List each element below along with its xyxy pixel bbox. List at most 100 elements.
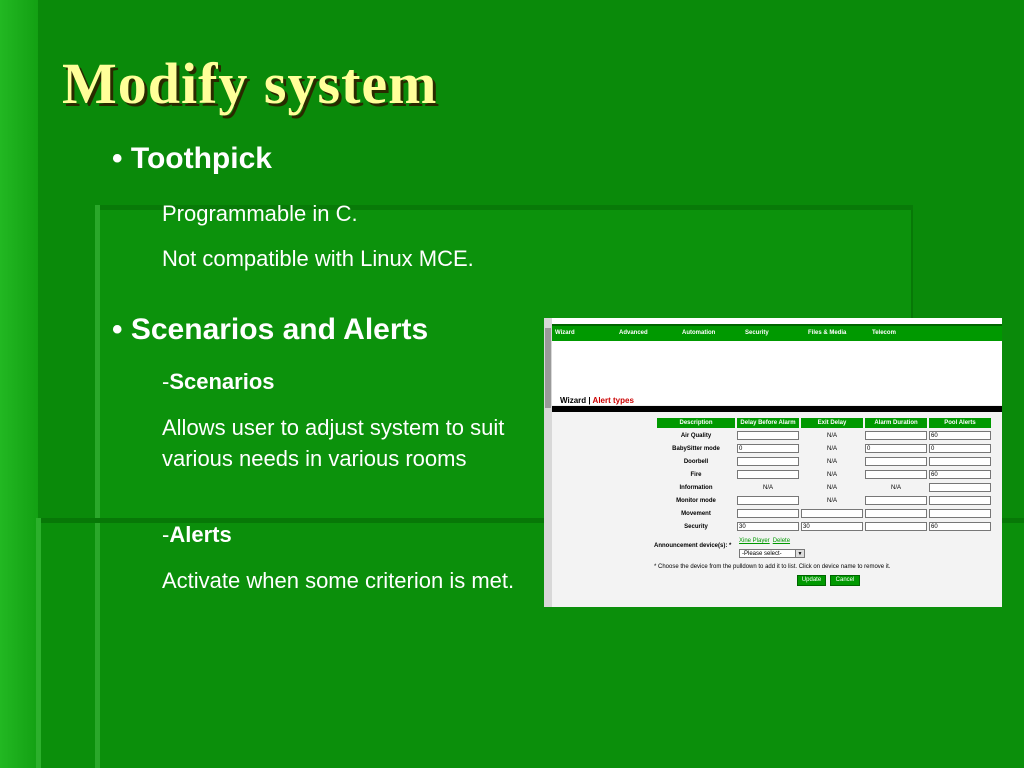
background-left-strip (0, 0, 38, 768)
value-input[interactable]: 30 (801, 522, 863, 531)
value-input[interactable] (737, 509, 799, 518)
na-text: N/A (826, 458, 837, 465)
cell-pool (929, 508, 991, 519)
value-input[interactable] (929, 457, 991, 466)
table-row: Doorbell N/A (657, 456, 991, 467)
cell-duration (865, 521, 927, 532)
alert-form: Description Delay Before Alarm Exit Dela… (552, 412, 1002, 607)
scrollbar[interactable] (544, 318, 552, 607)
scenarios-heading: Scenarios (169, 369, 275, 394)
value-input[interactable] (737, 457, 799, 466)
value-input[interactable] (865, 509, 927, 518)
row-label: Doorbell (683, 458, 709, 465)
col-description: Description (657, 418, 735, 428)
row-label: BabySitter mode (672, 445, 720, 452)
cell-duration: 0 (865, 443, 927, 454)
value-input[interactable]: 60 (929, 431, 991, 440)
nav-item-telecom[interactable]: Telecom (872, 330, 896, 336)
value-input[interactable] (737, 470, 799, 479)
announcement-select[interactable]: -Please select- ▼ (739, 549, 805, 558)
col-pool-alerts: Pool Alerts (929, 418, 991, 428)
link-xine-player[interactable]: Xine Player (739, 538, 770, 544)
bullet-marker: • (112, 313, 123, 346)
alerts-table: Description Delay Before Alarm Exit Dela… (655, 416, 993, 534)
value-input[interactable] (737, 431, 799, 440)
value-input[interactable]: 60 (929, 522, 991, 531)
cancel-button[interactable]: Cancel (830, 575, 860, 586)
alerts-label: -Alerts (162, 519, 232, 550)
table-row: Movement (657, 508, 991, 519)
na-text: N/A (826, 497, 837, 504)
announcement-label: Announcement device(s): * (654, 543, 732, 549)
table-row: Monitor mode N/A (657, 495, 991, 506)
cell-delay: 0 (737, 443, 799, 454)
value-input[interactable]: 0 (929, 444, 991, 453)
cell-duration (865, 495, 927, 506)
table-row: Fire N/A 60 (657, 469, 991, 480)
slide-title: Modify system (62, 51, 438, 116)
alert-types-screenshot: Wizard Advanced Automation Security File… (544, 318, 1002, 607)
bullet-toothpick: • Toothpick (112, 142, 272, 176)
na-text: N/A (826, 432, 837, 439)
row-label: Fire (690, 471, 702, 478)
cell-pool (929, 495, 991, 506)
value-input[interactable]: 30 (737, 522, 799, 531)
cell-exit: 30 (801, 521, 863, 532)
na-text: N/A (826, 471, 837, 478)
table-row: Information N/A N/A N/A (657, 482, 991, 493)
scenarios-description: Allows user to adjust system to suit var… (162, 415, 505, 471)
nav-item-automation[interactable]: Automation (682, 330, 715, 336)
cell-exit: N/A (801, 456, 863, 467)
nav-item-wizard[interactable]: Wizard (555, 330, 575, 336)
value-input[interactable] (801, 509, 863, 518)
col-exit-delay: Exit Delay (801, 418, 863, 428)
scenarios-label: -Scenarios (162, 366, 275, 397)
value-input[interactable] (929, 509, 991, 518)
scrollbar-thumb[interactable] (545, 328, 551, 408)
table-row: BabySitter mode 0 N/A 0 0 (657, 443, 991, 454)
na-text: N/A (826, 484, 837, 491)
value-input[interactable] (865, 522, 927, 531)
cell-exit: N/A (801, 443, 863, 454)
row-label: Security (684, 523, 708, 530)
update-button[interactable]: Update (797, 575, 826, 586)
bullet-heading: Toothpick (130, 142, 272, 175)
value-input[interactable]: 60 (929, 470, 991, 479)
toothpick-line-1: Programmable in C. (162, 201, 358, 226)
cell-pool: 60 (929, 469, 991, 480)
background-band-divider (95, 523, 100, 768)
value-input[interactable] (865, 431, 927, 440)
cell-pool (929, 456, 991, 467)
value-input[interactable] (929, 483, 991, 492)
breadcrumb-alert-types: Alert types (592, 396, 634, 405)
announcement-note: * Choose the device from the pulldown to… (654, 564, 891, 570)
cell-delay: 30 (737, 521, 799, 532)
link-delete[interactable]: Delete (773, 538, 790, 544)
cell-exit: N/A (801, 430, 863, 441)
toothpick-line-2: Not compatible with Linux MCE. (162, 246, 474, 271)
cell-duration (865, 456, 927, 467)
cell-delay (737, 495, 799, 506)
value-input[interactable] (865, 457, 927, 466)
announcement-select-value: -Please select- (742, 551, 782, 557)
breadcrumb-wizard[interactable]: Wizard (560, 396, 586, 405)
value-input[interactable] (865, 470, 927, 479)
value-input[interactable] (929, 496, 991, 505)
value-input[interactable] (737, 496, 799, 505)
cell-delay (737, 430, 799, 441)
row-label: Monitor mode (676, 497, 716, 504)
col-alarm-duration: Alarm Duration (865, 418, 927, 428)
cell-delay (737, 508, 799, 519)
value-input[interactable]: 0 (737, 444, 799, 453)
value-input[interactable] (865, 496, 927, 505)
cell-duration (865, 508, 927, 519)
cell-pool: 60 (929, 521, 991, 532)
nav-item-files-media[interactable]: Files & Media (808, 330, 846, 336)
na-text: N/A (890, 484, 901, 491)
na-text: N/A (826, 445, 837, 452)
cell-exit: N/A (801, 469, 863, 480)
nav-item-security[interactable]: Security (745, 330, 769, 336)
nav-item-advanced[interactable]: Advanced (619, 330, 648, 336)
value-input[interactable]: 0 (865, 444, 927, 453)
cell-pool: 60 (929, 430, 991, 441)
